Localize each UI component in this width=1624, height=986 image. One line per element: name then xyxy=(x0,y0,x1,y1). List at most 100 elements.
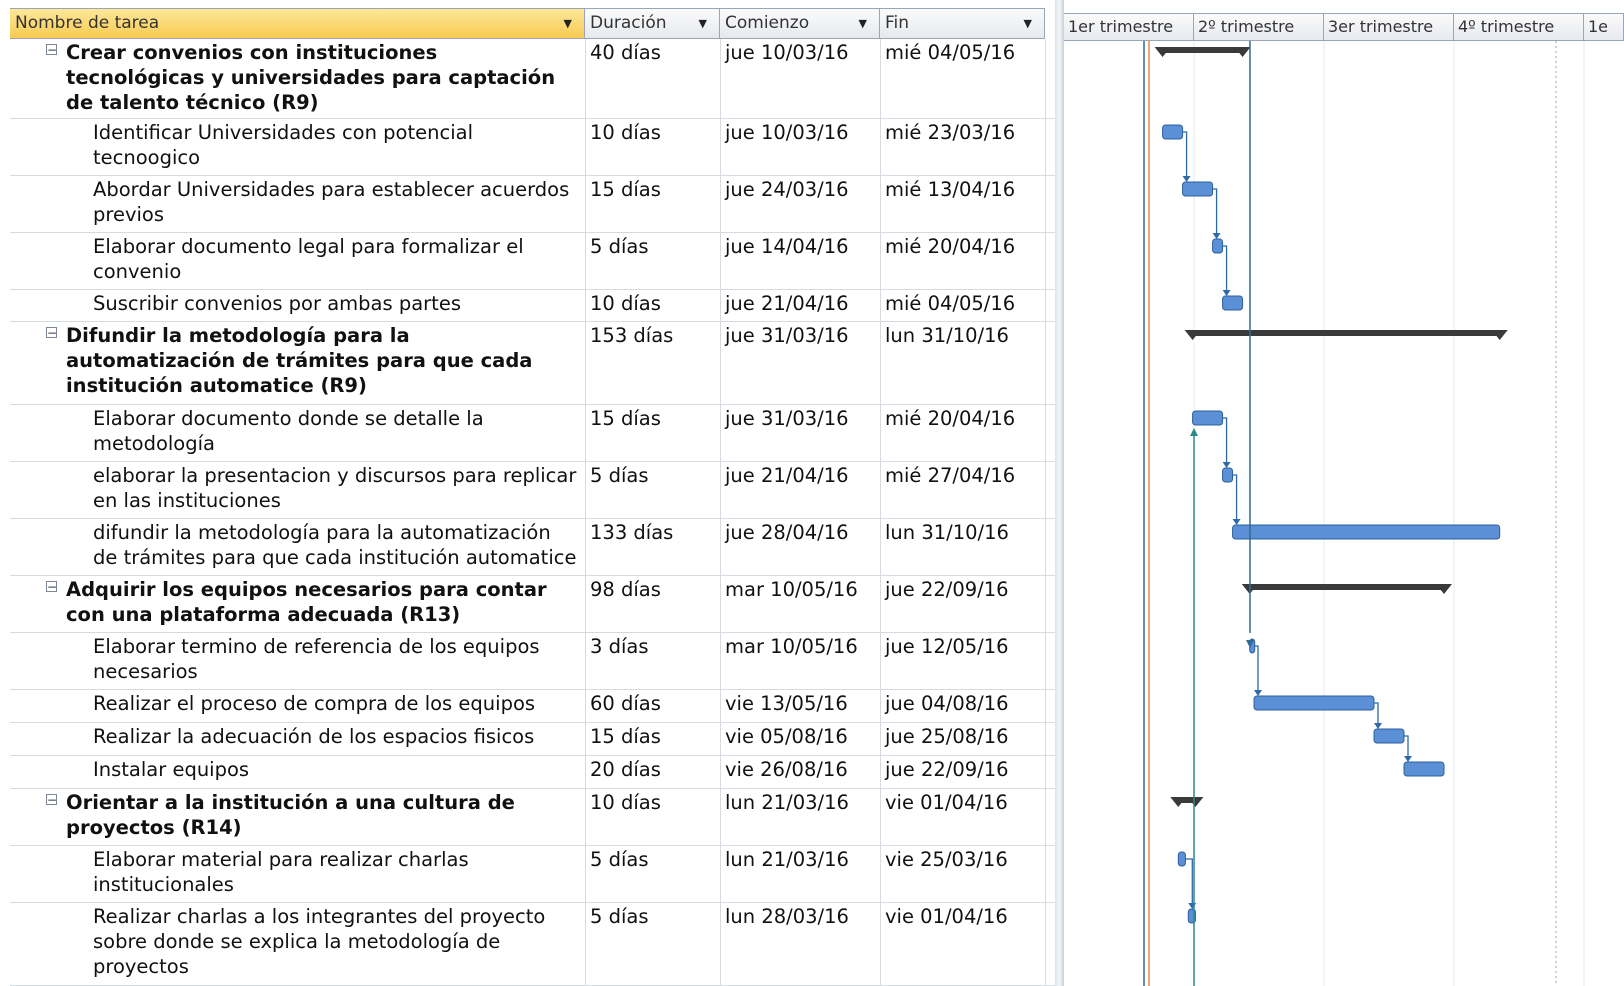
chevron-down-icon[interactable]: ▼ xyxy=(1024,9,1032,38)
task-finish: mié 04/05/16 xyxy=(885,292,1016,315)
dependency-arrow xyxy=(1182,176,1191,182)
dependency-arrow xyxy=(1374,723,1382,729)
summary-bar[interactable] xyxy=(1162,47,1243,53)
task-name: Identificar Universidades con potencial … xyxy=(93,121,473,169)
chevron-down-icon[interactable]: ▼ xyxy=(859,9,867,38)
task-bar[interactable] xyxy=(1222,467,1234,483)
dependency-link xyxy=(1185,858,1193,907)
task-name: Elaborar termino de referencia de los eq… xyxy=(93,635,540,683)
task-bar[interactable] xyxy=(1182,181,1214,197)
dependency-arrow xyxy=(1188,903,1197,909)
column-header-duration[interactable]: Duración ▼ xyxy=(585,8,720,39)
task-finish: jue 22/09/16 xyxy=(885,758,1009,781)
column-header-finish[interactable]: Fin ▼ xyxy=(880,8,1045,39)
task-finish: jue 25/08/16 xyxy=(885,725,1009,748)
task-start: lun 28/03/16 xyxy=(725,905,849,928)
task-bar[interactable] xyxy=(1253,695,1375,711)
task-name: Realizar la adecuación de los espacios f… xyxy=(93,725,535,748)
dependency-arrow xyxy=(1212,233,1221,239)
task-start: jue 28/04/16 xyxy=(725,521,849,544)
task-name: elaborar la presentacion y discursos par… xyxy=(93,464,577,512)
task-duration: 3 días xyxy=(590,635,649,658)
task-start: jue 21/04/16 xyxy=(725,464,849,487)
task-finish: vie 25/03/16 xyxy=(885,848,1008,871)
summary-bar[interactable] xyxy=(1192,330,1500,336)
task-duration: 15 días xyxy=(590,407,661,430)
task-finish: mié 04/05/16 xyxy=(885,41,1016,64)
chevron-down-icon[interactable]: ▼ xyxy=(699,9,707,38)
task-bar[interactable] xyxy=(1162,124,1184,140)
column-separator xyxy=(1045,39,1046,986)
task-finish: vie 01/04/16 xyxy=(885,905,1008,928)
task-duration: 153 días xyxy=(590,324,674,347)
task-finish: jue 22/09/16 xyxy=(885,578,1009,601)
task-start: lun 21/03/16 xyxy=(725,848,849,871)
task-bar[interactable] xyxy=(1232,524,1501,540)
task-duration: 40 días xyxy=(590,41,661,64)
task-name: Elaborar documento legal para formalizar… xyxy=(93,235,524,283)
dependency-arrow xyxy=(1222,290,1231,296)
task-start: mar 10/05/16 xyxy=(725,578,858,601)
dependency-arrow xyxy=(1232,519,1241,525)
task-finish: mié 23/03/16 xyxy=(885,121,1016,144)
collapse-toggle-icon[interactable]: − xyxy=(46,44,57,56)
dependency-arrow xyxy=(1222,462,1231,468)
task-name: Abordar Universidades para establecer ac… xyxy=(93,178,570,226)
chevron-down-icon[interactable]: ▼ xyxy=(564,9,572,38)
task-duration: 20 días xyxy=(590,758,661,781)
task-duration: 10 días xyxy=(590,292,661,315)
column-header-start-label: Comienzo xyxy=(725,13,810,33)
task-duration: 5 días xyxy=(590,235,649,258)
task-bar[interactable] xyxy=(1373,728,1405,744)
gantt-chart[interactable]: 1er trimestre 2º trimestre 3er trimestre… xyxy=(1064,0,1624,986)
dependency-link xyxy=(1254,645,1259,694)
dependency-link xyxy=(1212,188,1218,237)
collapse-toggle-icon[interactable]: − xyxy=(46,581,57,593)
task-bar[interactable] xyxy=(1212,238,1224,254)
view-splitter[interactable] xyxy=(1055,0,1064,986)
task-finish: mié 20/04/16 xyxy=(885,235,1016,258)
gantt-canvas xyxy=(1143,41,1585,986)
dependency-arrow xyxy=(1404,756,1412,762)
dependency-link xyxy=(1232,474,1238,523)
task-name: Orientar a la institución a una cultura … xyxy=(66,791,515,839)
dependency-arrow xyxy=(1254,690,1262,696)
task-start: lun 21/03/16 xyxy=(725,791,849,814)
task-start: jue 24/03/16 xyxy=(725,178,849,201)
dependency-link xyxy=(1222,417,1228,466)
task-start: jue 31/03/16 xyxy=(725,407,849,430)
task-finish: lun 31/10/16 xyxy=(885,521,1009,544)
column-header-task-name-label: Nombre de tarea xyxy=(15,13,160,33)
task-grid[interactable]: Nombre de tarea ▼ Duración ▼ Comienzo ▼ … xyxy=(0,0,1055,986)
column-header-start[interactable]: Comienzo ▼ xyxy=(720,8,880,39)
task-name: Instalar equipos xyxy=(93,758,250,781)
task-start: jue 14/04/16 xyxy=(725,235,849,258)
task-duration: 5 días xyxy=(590,464,649,487)
task-name: Realizar el proceso de compra de los equ… xyxy=(93,692,536,715)
dependency-link xyxy=(1182,131,1188,180)
column-header-duration-label: Duración xyxy=(590,13,667,33)
collapse-toggle-icon[interactable]: − xyxy=(46,327,57,339)
task-finish: mié 27/04/16 xyxy=(885,464,1016,487)
collapse-toggle-icon[interactable]: − xyxy=(46,794,57,806)
task-duration: 98 días xyxy=(590,578,661,601)
column-header-finish-label: Fin xyxy=(885,13,910,33)
task-name: Adquirir los equipos necesarios para con… xyxy=(66,578,547,626)
task-finish: mié 20/04/16 xyxy=(885,407,1016,430)
task-bar[interactable] xyxy=(1192,410,1224,426)
task-bar[interactable] xyxy=(1222,295,1244,311)
task-duration: 5 días xyxy=(590,848,649,871)
column-header-task-name[interactable]: Nombre de tarea ▼ xyxy=(10,8,585,39)
task-finish: lun 31/10/16 xyxy=(885,324,1009,347)
task-bar[interactable] xyxy=(1403,761,1445,777)
task-finish: mié 13/04/16 xyxy=(885,178,1016,201)
task-bar[interactable] xyxy=(1177,851,1186,867)
task-duration: 5 días xyxy=(590,905,649,928)
summary-bar[interactable] xyxy=(1249,584,1444,590)
task-start: vie 05/08/16 xyxy=(725,725,848,748)
task-start: jue 10/03/16 xyxy=(725,121,849,144)
task-duration: 10 días xyxy=(590,791,661,814)
task-duration: 15 días xyxy=(590,725,661,748)
task-start: vie 26/08/16 xyxy=(725,758,848,781)
dependency-link xyxy=(1222,245,1228,294)
